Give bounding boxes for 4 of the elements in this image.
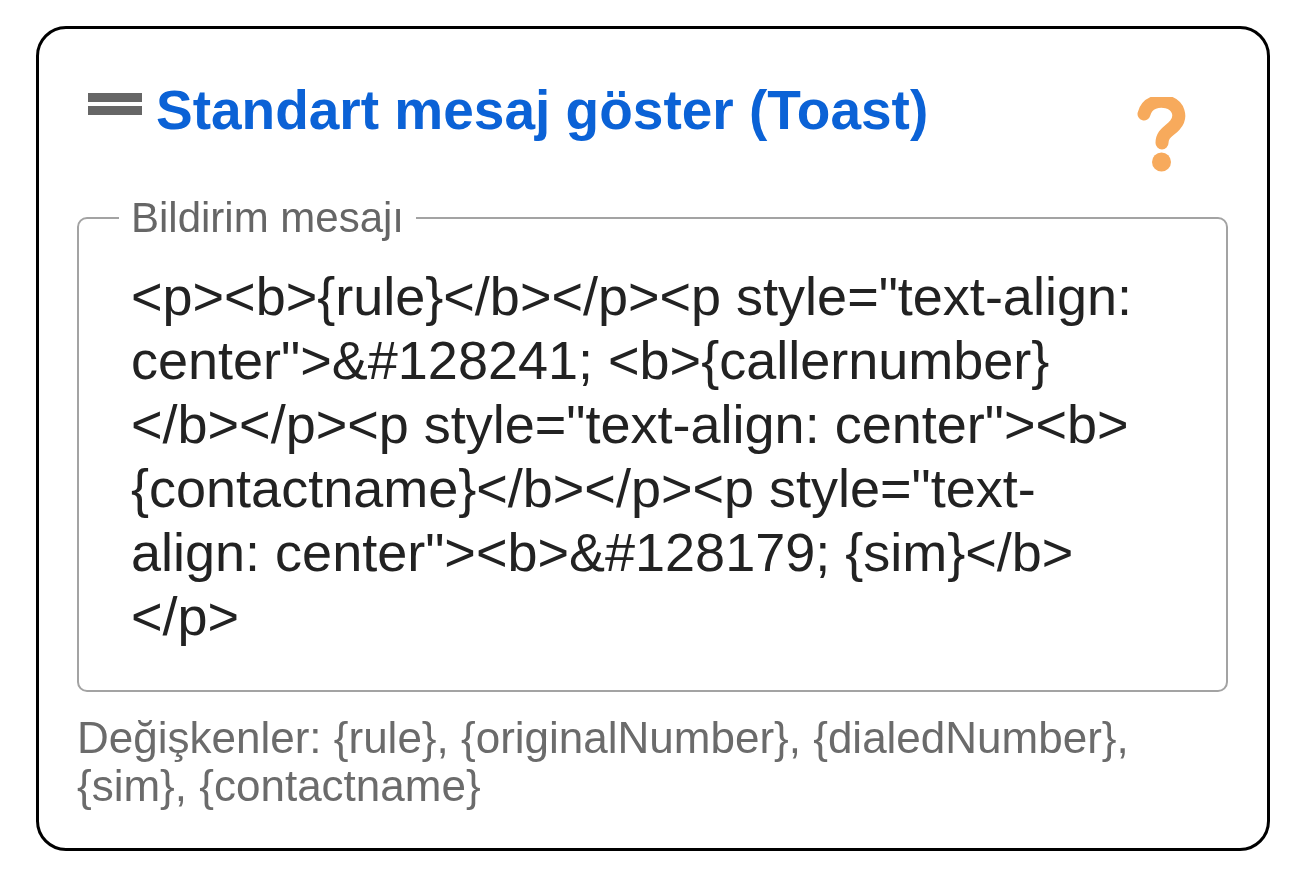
variables-hint: Değişkenler: {rule}, {originalNumber}, {dialedNumber}, {sim}, {contactname} xyxy=(77,714,1130,810)
section-title: Standart mesaj göster (Toast) xyxy=(156,78,929,142)
field-label: Bildirim mesajı xyxy=(130,194,406,242)
drag-handle-icon[interactable] xyxy=(88,93,142,115)
